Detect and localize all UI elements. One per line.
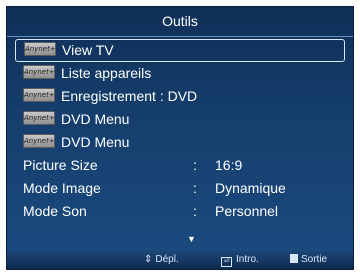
up-down-arrows-icon: ⇕	[144, 254, 153, 265]
setting-value: Dynamique	[215, 180, 286, 196]
setting-value: Personnel	[215, 203, 279, 219]
setting-value: 16:9	[215, 157, 243, 173]
setting-mode-image[interactable]: Mode Image : Dynamique	[15, 177, 345, 200]
setting-colon: :	[193, 203, 197, 219]
tools-menu-screen: Outils Anynet+ View TV Anynet+ Liste appar…	[6, 6, 354, 270]
title-divider	[7, 36, 353, 37]
setting-picture-size[interactable]: Picture Size : 16:9	[15, 154, 345, 177]
setting-colon: :	[193, 157, 197, 173]
footer-move: ⇕ Dépl.	[144, 254, 179, 265]
anynet-icon: Anynet+	[23, 134, 55, 148]
anynet-icon: Anynet+	[23, 88, 55, 102]
footer-move-label: Dépl.	[155, 254, 179, 265]
setting-label: Picture Size	[23, 157, 98, 173]
setting-label: Mode Image	[23, 180, 101, 196]
menu-item-view-tv[interactable]: Anynet+ View TV	[15, 39, 345, 62]
tools-menu-list: Anynet+ View TV Anynet+ Liste appareils An…	[15, 39, 345, 223]
enter-icon: ⏎	[221, 257, 232, 267]
anynet-icon: Anynet+	[23, 65, 55, 79]
anynet-icon: Anynet+	[23, 111, 55, 125]
menu-item-enregistrement[interactable]: Anynet+ Enregistrement : DVD	[15, 85, 345, 108]
menu-item-liste-appareils[interactable]: Anynet+ Liste appareils	[15, 62, 345, 85]
scroll-down-arrow-icon[interactable]: ▼	[187, 234, 196, 244]
menu-item-label: DVD Menu	[61, 134, 130, 150]
footer-exit-label: Sortie	[301, 254, 328, 265]
anynet-icon: Anynet+	[24, 42, 56, 56]
setting-label: Mode Son	[23, 203, 87, 219]
menu-title: Outils	[162, 13, 198, 29]
menu-item-label: Liste appareils	[61, 65, 152, 81]
footer-enter: ⏎ Intro.	[221, 254, 259, 267]
setting-colon: :	[193, 180, 197, 196]
menu-item-label: DVD Menu	[61, 111, 130, 127]
footer-help-bar: ⇕ Dépl. ⏎ Intro. Sortie	[7, 251, 353, 269]
footer-enter-label: Intro.	[236, 254, 259, 265]
setting-mode-son[interactable]: Mode Son : Personnel	[15, 200, 345, 223]
menu-item-label: View TV	[62, 42, 114, 58]
menu-item-label: Enregistrement : DVD	[61, 88, 198, 104]
exit-icon	[290, 254, 298, 263]
footer-exit: Sortie	[290, 254, 327, 265]
menu-item-dvd-menu[interactable]: Anynet+ DVD Menu	[15, 108, 345, 131]
menu-item-dvd-menu-2[interactable]: Anynet+ DVD Menu	[15, 131, 345, 154]
